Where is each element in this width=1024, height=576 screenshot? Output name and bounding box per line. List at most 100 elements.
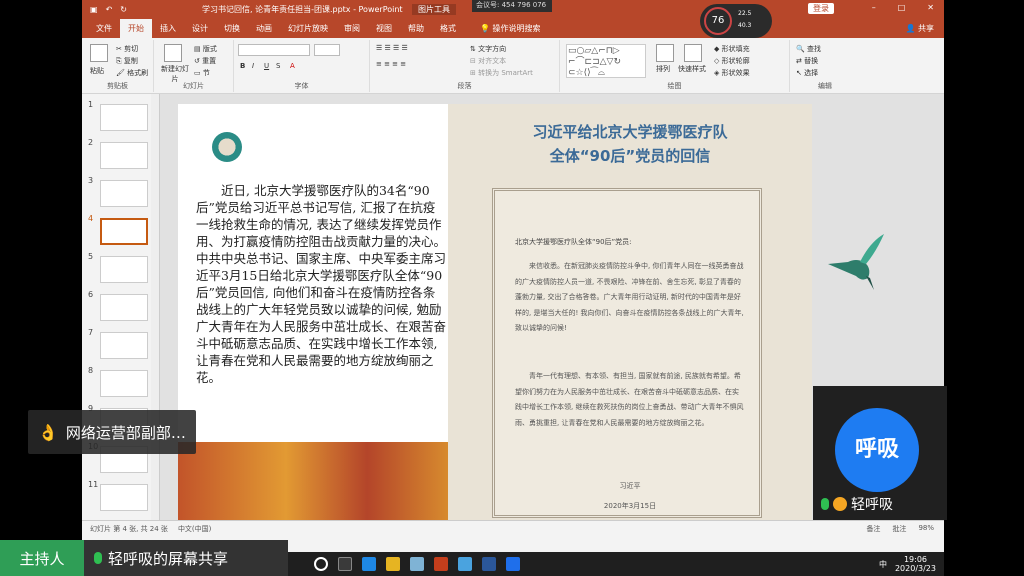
explorer-icon[interactable] (386, 557, 400, 571)
smartart-button[interactable]: ⊞ 转换为 SmartArt (470, 68, 533, 78)
letter-paragraph-1: 来信收悉。在新冠肺炎疫情防控斗争中, 你们青年人同在一线英勇奋战的广大疫情防控人… (515, 262, 744, 333)
align-buttons[interactable]: ≡ ≡ ≡ ≡ (376, 60, 406, 68)
slide-thumb-7[interactable] (100, 332, 148, 359)
font-name-select[interactable] (238, 44, 310, 56)
mic-icon (94, 552, 102, 564)
reset-button[interactable]: ↺ 重置 (194, 56, 216, 66)
person-icon: 👤 (905, 24, 916, 33)
minimize-icon[interactable]: – (872, 3, 876, 12)
participant-video[interactable]: 呼吸 轻呼吸 (813, 386, 947, 520)
shadow-button[interactable]: S (276, 62, 280, 70)
tab-slideshow[interactable]: 幻灯片放映 (280, 19, 336, 38)
tab-insert[interactable]: 插入 (152, 19, 184, 38)
slide-info: 幻灯片 第 4 张, 共 24 张 (90, 524, 168, 533)
group-clipboard: 粘贴 ✂ 剪切 ⎘ 复制 🖌 格式刷 剪贴板 (82, 40, 154, 92)
layout-button[interactable]: ▤ 版式 (194, 44, 217, 54)
bullets-button[interactable]: ☰ ☰ ☰ ☰ (376, 44, 408, 52)
task-view-icon[interactable] (338, 557, 352, 571)
tab-help[interactable]: 帮助 (400, 19, 432, 38)
slide-body-text[interactable]: 近日, 北京大学援鄂医疗队的34名“90后”党员给习近平总书记写信, 汇报了在抗… (196, 182, 446, 386)
redo-icon[interactable]: ↻ (120, 5, 127, 14)
section-button[interactable]: ▭ 节 (194, 68, 210, 78)
thumbnails-scrollbar[interactable] (151, 94, 159, 536)
notes-button[interactable]: 备注 (866, 524, 880, 534)
download-speed: 40.3 (738, 22, 752, 29)
align-text-button[interactable]: ⊟ 对齐文本 (470, 56, 506, 66)
shape-outline-button[interactable]: ◇ 形状轮廓 (714, 56, 750, 66)
slide-thumb-6[interactable] (100, 294, 148, 321)
cortana-icon[interactable] (314, 557, 328, 571)
group-drawing: ▭○▱△⌐⊓▷ ⌐⌒⊏⊐△▽↻ ⊂☆⟨⟩⁀⌓ 排列 快速样式 ◆ 形状填充 ◇ 形状… (560, 40, 790, 92)
slide-thumb-4[interactable] (100, 218, 148, 245)
font-size-select[interactable] (314, 44, 340, 56)
slide-thumb-8[interactable] (100, 370, 148, 397)
hummingbird-image[interactable] (826, 232, 886, 292)
copy-button[interactable]: ⎘ 复制 (116, 56, 138, 66)
speaker-name: 网络运营部副部… (65, 423, 186, 442)
shape-effects-button[interactable]: ◈ 形状效果 (714, 68, 750, 78)
slide-thumb-11[interactable] (100, 484, 148, 511)
app-icon[interactable] (410, 557, 424, 571)
arrange-icon[interactable] (656, 44, 674, 62)
maximize-icon[interactable]: □ (898, 3, 906, 12)
mic-icon (821, 498, 829, 510)
text-direction-button[interactable]: ⇅ 文字方向 (470, 44, 506, 54)
status-bar: 幻灯片 第 4 张, 共 24 张 中文(中国) 备注 批注 98% (82, 520, 944, 536)
undo-icon[interactable]: ↶ (106, 5, 113, 14)
close-icon[interactable]: ✕ (927, 3, 934, 12)
slide-thumbnails: 1 2 3 4 5 6 7 8 9 10 11 (82, 94, 160, 536)
zoom-level[interactable]: 98% (918, 524, 934, 534)
replace-button[interactable]: ⇄ 替换 (796, 56, 818, 66)
slide-thumb-5[interactable] (100, 256, 148, 283)
slide-thumb-1[interactable] (100, 104, 148, 131)
share-button[interactable]: 👤 共享 (895, 19, 944, 38)
upload-speed: 22.5 (738, 10, 752, 17)
comments-button[interactable]: 批注 (892, 524, 906, 534)
paste-icon[interactable] (90, 44, 108, 62)
slide-thumb-3[interactable] (100, 180, 148, 207)
select-button[interactable]: ↖ 选择 (796, 68, 818, 78)
tab-transitions[interactable]: 切换 (216, 19, 248, 38)
screen-share-label: 轻呼吸的屏幕共享 (84, 540, 288, 576)
quick-styles-icon[interactable] (684, 44, 702, 62)
tab-format[interactable]: 格式 (432, 19, 464, 38)
slide-canvas[interactable]: 近日, 北京大学援鄂医疗队的34名“90后”党员给习近平总书记写信, 汇报了在抗… (178, 104, 884, 528)
ribbon-tabs: 文件 开始 插入 设计 切换 动画 幻灯片放映 审阅 视图 帮助 格式 💡 操作… (82, 18, 944, 38)
format-painter-button[interactable]: 🖌 格式刷 (116, 68, 148, 78)
tell-me-search[interactable]: 💡 操作说明搜索 (472, 19, 549, 38)
tab-review[interactable]: 审阅 (336, 19, 368, 38)
tab-view[interactable]: 视图 (368, 19, 400, 38)
tab-animations[interactable]: 动画 (248, 19, 280, 38)
login-button[interactable]: 登录 (808, 3, 834, 14)
performance-gauge: 76 22.5 40.3 (700, 4, 772, 38)
font-color-button[interactable]: A (290, 62, 295, 70)
letter-image[interactable]: 习近平给北京大学援鄂医疗队 全体“90后”党员的回信 北京大学援鄂医疗队全体“9… (448, 104, 812, 528)
bold-button[interactable]: B (240, 62, 245, 70)
autumn-leaves-image[interactable] (178, 442, 448, 528)
meeting-app-icon[interactable] (506, 557, 520, 571)
language-indicator[interactable]: 中文(中国) (178, 524, 211, 534)
app2-icon[interactable] (458, 557, 472, 571)
edge-icon[interactable] (362, 557, 376, 571)
slide-thumb-2[interactable] (100, 142, 148, 169)
tab-home[interactable]: 开始 (120, 19, 152, 38)
new-slide-icon[interactable] (164, 44, 182, 62)
shapes-gallery[interactable]: ▭○▱△⌐⊓▷ ⌐⌒⊏⊐△▽↻ ⊂☆⟨⟩⁀⌓ (566, 44, 646, 78)
ime-indicator[interactable]: 中 (879, 559, 887, 570)
find-button[interactable]: 🔍 查找 (796, 44, 821, 54)
tab-file[interactable]: 文件 (88, 19, 120, 38)
cpu-percent: 76 (704, 7, 732, 35)
powerpoint-icon[interactable] (434, 557, 448, 571)
clock[interactable]: 19:06 2020/3/23 (895, 555, 936, 573)
cut-button[interactable]: ✂ 剪切 (116, 44, 138, 54)
status-right: 备注 批注 98% (866, 524, 944, 534)
tab-design[interactable]: 设计 (184, 19, 216, 38)
search-icon: 🔍 (796, 45, 805, 53)
shape-fill-button[interactable]: ◆ 形状填充 (714, 44, 750, 54)
italic-button[interactable]: I (252, 62, 254, 70)
word-icon[interactable] (482, 557, 496, 571)
save-icon[interactable]: ▣ (90, 5, 98, 14)
group-editing: 🔍 查找 ⇄ 替换 ↖ 选择 编辑 (796, 44, 832, 90)
meeting-id: 会议号: 454 796 076 (472, 0, 552, 12)
underline-button[interactable]: U (264, 62, 269, 70)
